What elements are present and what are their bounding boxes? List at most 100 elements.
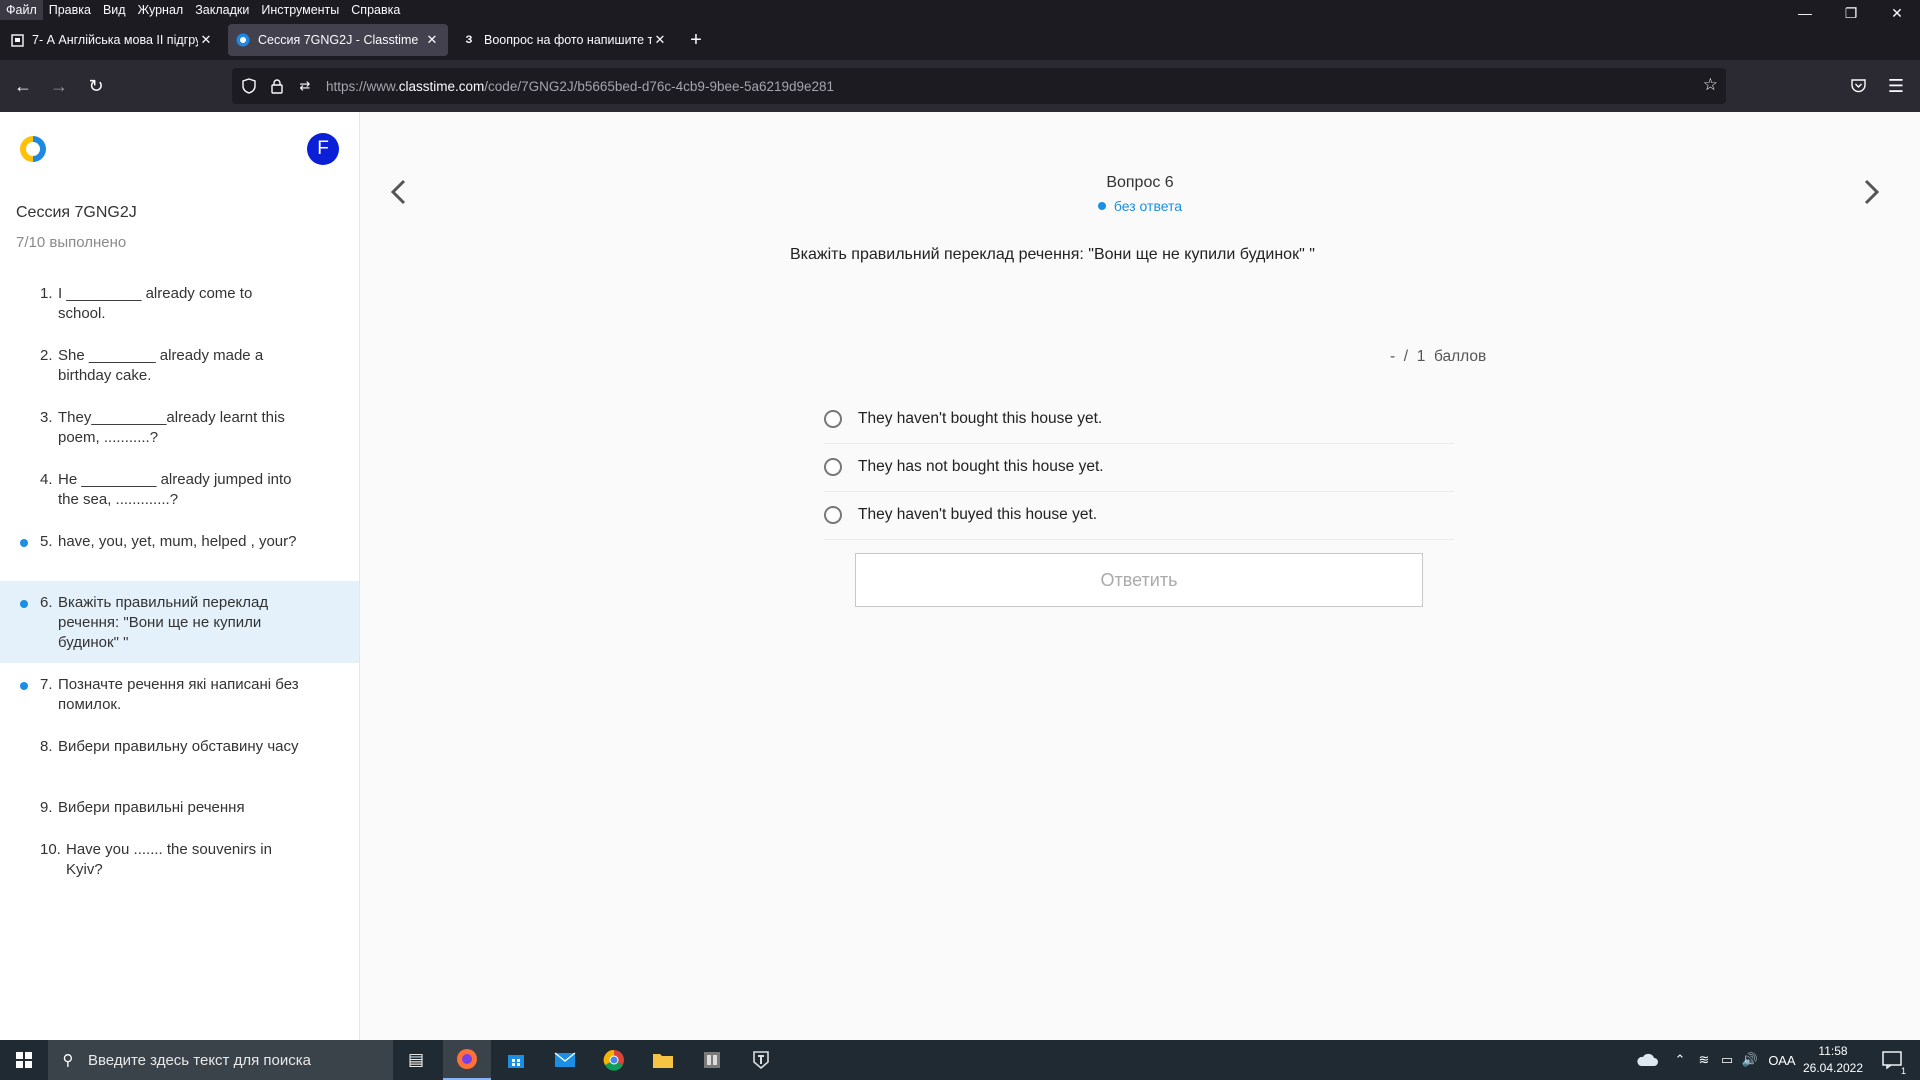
tab-title: Воопрос на фото напишите та [484, 33, 652, 47]
radio-button[interactable] [824, 458, 842, 476]
answer-option-2[interactable]: They has not bought this house yet. [824, 444, 1454, 492]
question-item-2[interactable]: 2. She ________ already made a birthday … [0, 334, 359, 396]
classtime-icon [236, 33, 250, 47]
question-label: Вкажіть правильний переклад речення: "Во… [58, 594, 269, 651]
clock[interactable]: 11:58 26.04.2022 [1800, 1043, 1866, 1077]
question-label: Позначте речення які написані без помило… [58, 676, 299, 713]
answered-dot [20, 682, 28, 690]
question-label: Вибери правильні речення [58, 799, 245, 816]
new-tab-icon[interactable]: + [682, 24, 710, 56]
option-label: They haven't bought this house yet. [858, 410, 1103, 427]
menu-bookmarks[interactable]: Закладки [189, 0, 255, 20]
menu-tools[interactable]: Инструменты [255, 0, 345, 20]
chrome-icon[interactable] [590, 1040, 638, 1080]
session-progress: 7/10 выполнено [16, 234, 127, 251]
radio-button[interactable] [824, 410, 842, 428]
tab-english-lesson[interactable]: 7- А Англійська мова ІІ підгру ✕ [2, 24, 222, 56]
score-max: 1 [1416, 348, 1426, 365]
game-app-icon[interactable] [688, 1040, 736, 1080]
url-bar[interactable]: ⇄ https://www.classtime.com/code/7GNG2J/… [232, 68, 1726, 104]
question-status: без ответа [360, 198, 1920, 214]
question-label: They_________already learnt this poem, .… [58, 409, 285, 446]
radio-button[interactable] [824, 506, 842, 524]
answer-option-1[interactable]: They haven't bought this house yet. [824, 396, 1454, 444]
bookmark-star-icon[interactable]: ☆ [1703, 75, 1718, 95]
submit-answer-button[interactable]: Ответить [855, 553, 1423, 607]
score-unit: баллов [1433, 348, 1487, 365]
question-item-7[interactable]: 7. Позначте речення які написані без пом… [0, 663, 359, 725]
file-explorer-icon[interactable] [639, 1040, 687, 1080]
score-value: - [1390, 348, 1396, 365]
question-number: 9. [40, 799, 53, 816]
back-icon[interactable]: ← [9, 72, 37, 100]
question-item-1[interactable]: 1. I _________ already come to school. [0, 272, 359, 334]
question-label: have, you, yet, mum, helped , your? [58, 533, 297, 550]
tab-bar: 7- А Англійська мова ІІ підгру ✕ Сессия … [0, 20, 1920, 60]
url-path: /code/7GNG2J/b5665bed-d76c-4cb9-9bee-5a6… [484, 78, 835, 94]
classtime-logo[interactable] [20, 136, 46, 162]
question-list: 1. I _________ already come to school. 2… [0, 272, 359, 890]
question-item-6[interactable]: 6. Вкажіть правильний переклад речення: … [0, 581, 359, 663]
network-icon[interactable]: ≋ [1692, 1040, 1716, 1080]
tab-title: Сессия 7GNG2J - Classtime [258, 33, 419, 47]
document-icon [10, 33, 24, 47]
close-tab-icon[interactable]: ✕ [652, 32, 668, 48]
status-text: без ответа [1113, 198, 1183, 214]
menu-bar: Файл Правка Вид Журнал Закладки Инструме… [0, 0, 1920, 20]
tab-classtime[interactable]: Сессия 7GNG2J - Classtime ✕ [228, 24, 448, 56]
question-item-5[interactable]: 5. have, you, yet, mum, helped , your? [0, 520, 359, 581]
notifications-icon[interactable]: 1 [1872, 1040, 1912, 1080]
tab-title: 7- А Англійська мова ІІ підгру [32, 33, 198, 47]
menu-hamburger-icon[interactable]: ☰ [1882, 72, 1910, 100]
score-separator: / [1403, 348, 1409, 365]
notification-count: 1 [1900, 1066, 1906, 1076]
chevron-up-icon[interactable]: ⌃ [1668, 1040, 1692, 1080]
question-item-8[interactable]: 8. Вибери правильну обставину часу [0, 725, 359, 786]
battery-icon[interactable]: ▭ [1716, 1040, 1738, 1080]
firefox-icon[interactable] [443, 1040, 491, 1080]
option-label: They haven't buyed this house yet. [858, 506, 1098, 523]
answered-dot [20, 600, 28, 608]
status-dot [1097, 202, 1106, 210]
close-tab-icon[interactable]: ✕ [198, 32, 214, 48]
close-tab-icon[interactable]: ✕ [424, 32, 440, 48]
windows-start-icon[interactable] [0, 1040, 48, 1080]
menu-view[interactable]: Вид [97, 0, 132, 20]
forward-icon[interactable]: → [45, 72, 73, 100]
question-panel: Вопрос 6 без ответа Вкажіть правильний п… [360, 112, 1920, 1040]
mail-icon[interactable] [541, 1040, 589, 1080]
menu-file[interactable]: Файл [0, 0, 43, 20]
sidebar: F Сессия 7GNG2J 7/10 выполнено 1. I ____… [0, 112, 360, 1040]
question-number: 7. [40, 676, 53, 693]
session-title: Сессия 7GNG2J [16, 204, 137, 221]
taskbar-search[interactable]: ⚲ Введите здесь текст для поиска [48, 1040, 393, 1080]
shield-icon[interactable] [238, 75, 260, 97]
question-number: 6. [40, 594, 53, 611]
question-item-9[interactable]: 9. Вибери правильні речення [0, 786, 359, 828]
question-item-4[interactable]: 4. He _________ already jumped into the … [0, 458, 359, 520]
lock-icon[interactable] [266, 75, 288, 97]
url-text[interactable]: https://www.classtime.com/code/7GNG2J/b5… [326, 79, 834, 94]
onedrive-icon[interactable] [1632, 1040, 1662, 1080]
avatar[interactable]: F [307, 133, 339, 165]
pocket-icon[interactable] [1844, 72, 1872, 100]
question-item-3[interactable]: 3. They_________already learnt this poem… [0, 396, 359, 458]
question-text: Вкажіть правильний переклад речення: "Во… [790, 246, 1315, 263]
question-number: 3. [40, 409, 53, 426]
question-number: 8. [40, 738, 53, 755]
task-view-icon[interactable]: ▤ [392, 1040, 440, 1080]
reload-icon[interactable]: ↻ [82, 72, 110, 100]
volume-icon[interactable]: 🔊 [1738, 1040, 1762, 1080]
store-icon[interactable] [492, 1040, 540, 1080]
world-of-tanks-icon[interactable] [737, 1040, 785, 1080]
menu-help[interactable]: Справка [345, 0, 406, 20]
menu-history[interactable]: Журнал [132, 0, 190, 20]
permissions-icon[interactable]: ⇄ [294, 75, 316, 97]
tab-znanija[interactable]: З Воопрос на фото напишите та ✕ [454, 24, 676, 56]
question-item-10[interactable]: 10. Have you ....... the souvenirs in Ky… [0, 828, 359, 890]
answer-option-3[interactable]: They haven't buyed this house yet. [824, 492, 1454, 540]
menu-edit[interactable]: Правка [43, 0, 97, 20]
option-label: They has not bought this house yet. [858, 458, 1104, 475]
nav-bar: ← → ↻ ⇄ https://www.classtime.com/code/7… [0, 60, 1920, 112]
language-indicator[interactable]: ОАА [1764, 1040, 1800, 1080]
